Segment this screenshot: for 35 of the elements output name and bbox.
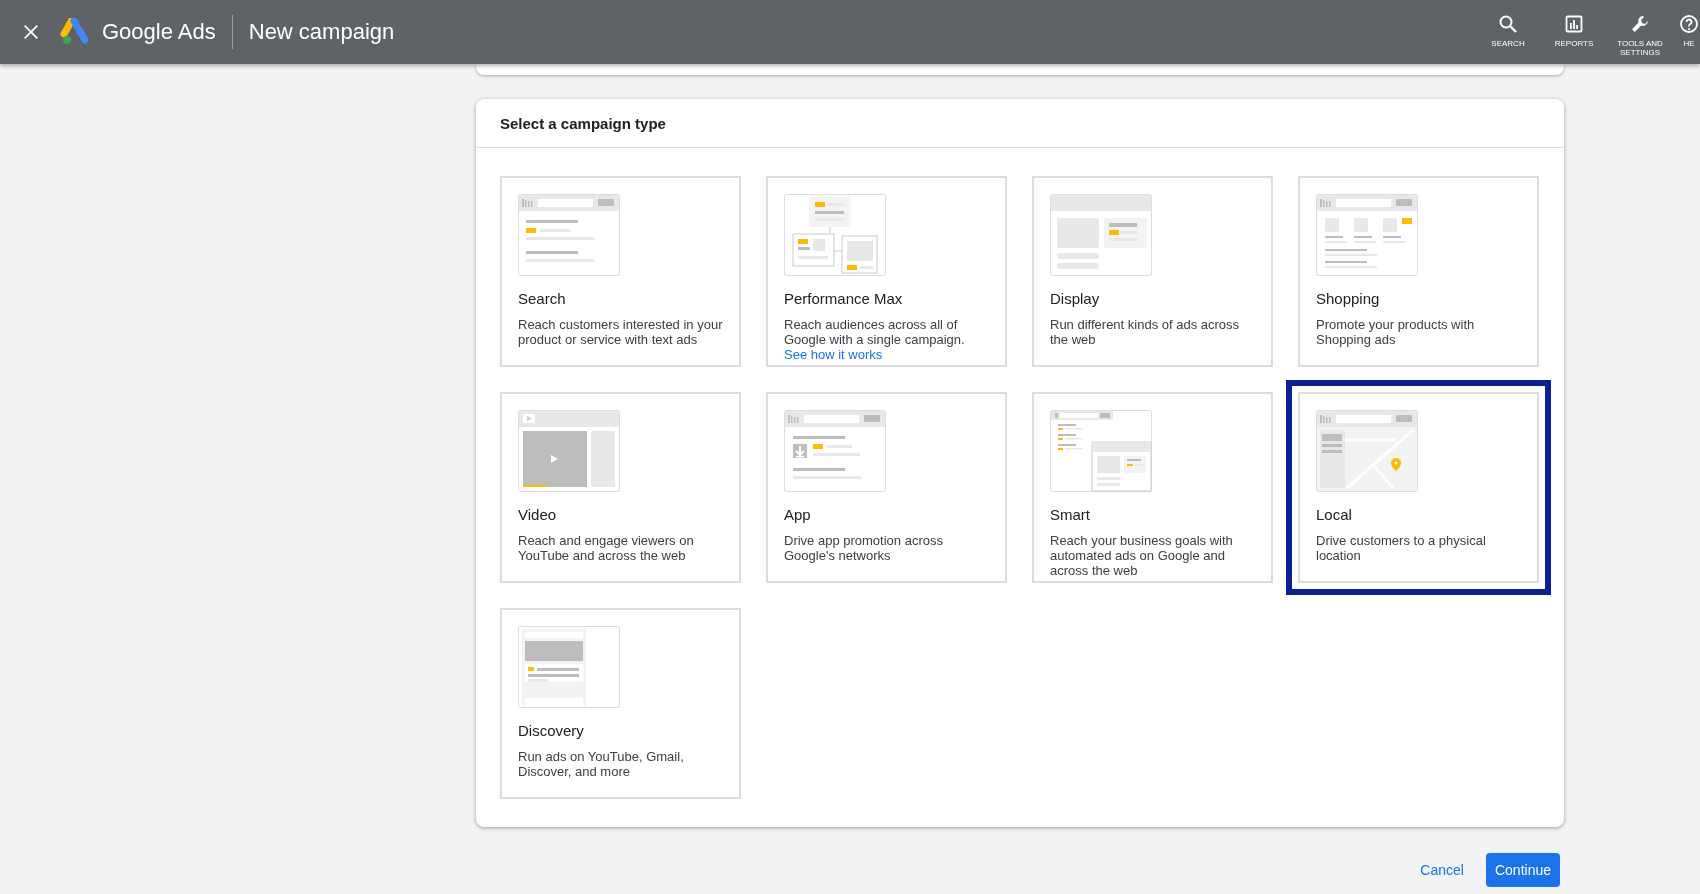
- card-title: App: [784, 506, 812, 523]
- search-button[interactable]: SEARCH: [1480, 14, 1536, 48]
- panel-title: Select a campaign type: [500, 114, 666, 132]
- card-title: Discovery: [518, 722, 585, 739]
- card-description: Run different kinds of ads across the web: [1050, 317, 1241, 347]
- card-description: Reach and engage viewers on YouTube and across the web: [518, 533, 695, 563]
- cancel-button[interactable]: Cancel: [1414, 854, 1470, 886]
- tools-button[interactable]: TOOLS AND SETTINGS: [1612, 14, 1668, 57]
- see-how-link[interactable]: See how it works: [784, 347, 883, 362]
- card-description: Reach audiences across all of Google with a single campaign. See how it works: [784, 317, 966, 362]
- card-title: Performance Max: [784, 290, 904, 307]
- card-title: Shopping: [1316, 290, 1381, 307]
- help-button[interactable]: HE: [1678, 14, 1700, 48]
- card-description: Run ads on YouTube, Gmail, Discover, and more: [518, 749, 685, 779]
- card-title: Display: [1050, 290, 1101, 307]
- continue-button[interactable]: Continue: [1485, 853, 1560, 887]
- card-title: Video: [518, 506, 558, 523]
- search-icon: [1498, 14, 1518, 34]
- card-title: Smart: [1050, 506, 1091, 523]
- logo-icon: [60, 18, 92, 46]
- card-description: Reach your business goals with automated ads on Google and across the web: [1050, 533, 1234, 578]
- card-title: Local: [1316, 506, 1353, 523]
- card-title: Search: [518, 290, 567, 307]
- help-icon: [1679, 14, 1699, 34]
- brand-name: Google Ads: [102, 19, 216, 45]
- wrench-icon: [1630, 14, 1650, 34]
- page-title: New campaign: [248, 19, 395, 45]
- campaign-type-card[interactable]: Local Drive customers to a physical location: [1286, 380, 1551, 595]
- card-description: Drive app promotion across Google's networks: [784, 533, 944, 563]
- card-description: Reach customers interested in your product or service with text ads: [518, 317, 723, 347]
- card-description: Promote your products with Shopping ads: [1316, 317, 1476, 347]
- card-description: Drive customers to a physical location: [1316, 533, 1487, 563]
- reports-button[interactable]: REPORTS: [1546, 14, 1602, 48]
- close-button[interactable]: [22, 23, 40, 41]
- bar-chart-icon: [1564, 14, 1584, 34]
